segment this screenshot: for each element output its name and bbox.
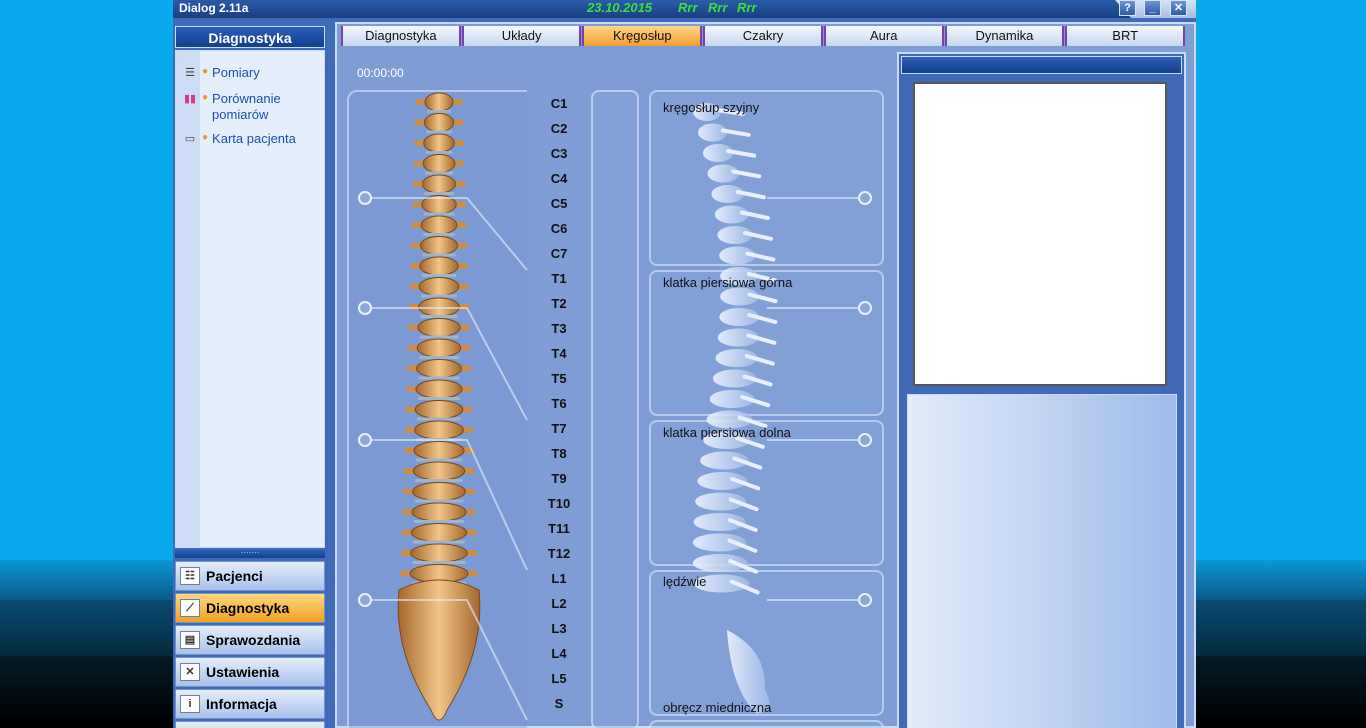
vertebra-label[interactable]: L3 — [544, 621, 574, 636]
tab-czakry[interactable]: Czakry — [703, 26, 823, 46]
vertebra-label[interactable]: C6 — [544, 221, 574, 236]
nav-label: Sprawozdania — [206, 632, 301, 648]
info-icon: i — [180, 695, 200, 713]
sidebar-header: Diagnostyka — [175, 26, 325, 48]
segment-label-lower-thoracic: klatka piersiowa dolna — [663, 425, 791, 440]
vertebra-label[interactable]: L4 — [544, 646, 574, 661]
vertebra-label[interactable]: T8 — [544, 446, 574, 461]
bullet-icon: ● — [202, 92, 209, 103]
vertebra-label[interactable]: T6 — [544, 396, 574, 411]
sidebar-item-karta[interactable]: ▭ ● Karta pacjenta — [182, 131, 312, 147]
sidebar-item-label: Karta pacjenta — [212, 131, 296, 146]
nav-label: Pacjenci — [206, 568, 263, 584]
nav-extra-button[interactable] — [175, 721, 325, 728]
title-bar: Dialog 2.11a 23.10.2015 Rrr Rrr Rrr ? _ … — [173, 0, 1196, 18]
vertebra-label[interactable]: C1 — [544, 96, 574, 111]
close-button[interactable]: ✕ — [1170, 0, 1187, 16]
nav-label: Ustawienia — [206, 664, 280, 680]
main-panel: Diagnostyka Układy Kręgosłup Czakry Aura… — [335, 22, 1196, 728]
current-date: 23.10.2015 — [587, 0, 653, 15]
vertebra-label[interactable]: T2 — [544, 296, 574, 311]
panel-splitter[interactable]: ······· — [175, 549, 325, 558]
vertebra-label[interactable]: T5 — [544, 371, 574, 386]
nav-pacjenci-button[interactable]: ☷ Pacjenci — [175, 561, 325, 591]
timer-display: 00:00:00 — [357, 66, 404, 80]
sidebar-item-pomiary[interactable]: ☰ ● Pomiary — [182, 65, 312, 81]
vertebra-label[interactable]: T9 — [544, 471, 574, 486]
compare-icon: ▮▮ — [183, 93, 197, 105]
tab-diagnostyka[interactable]: Diagnostyka — [341, 26, 461, 46]
vertebra-label[interactable]: C2 — [544, 121, 574, 136]
diagnostics-icon: ⟋ — [180, 599, 200, 617]
sidebar-content: ☰ ● Pomiary ▮▮ ● Porównanie pomiarów ▭ ●… — [175, 50, 325, 548]
minimize-button[interactable]: _ — [1144, 0, 1161, 16]
detail-panel-header — [901, 56, 1182, 74]
spine-illustration — [358, 92, 872, 721]
sidebar-item-label: Porównanie pomiarów — [212, 91, 281, 122]
tab-bar: Diagnostyka Układy Kręgosłup Czakry Aura… — [341, 26, 1186, 46]
nav-diagnostyka-button[interactable]: ⟋ Diagnostyka — [175, 593, 325, 623]
status-mark: Rrr — [708, 0, 728, 15]
left-sidebar: Diagnostyka ☰ ● Pomiary ▮▮ ● Porównanie … — [173, 22, 328, 728]
nav-ustawienia-button[interactable]: ✕ Ustawienia — [175, 657, 325, 687]
status-mark: Rrr — [678, 0, 698, 15]
tab-kregoslup[interactable]: Kręgosłup — [582, 26, 703, 46]
sidebar-item-label: Pomiary — [212, 65, 260, 80]
vertebra-label[interactable]: T10 — [544, 496, 574, 511]
vertebra-label[interactable]: T12 — [544, 546, 574, 561]
detail-view-box — [913, 82, 1167, 386]
tab-dynamika[interactable]: Dynamika — [944, 26, 1065, 46]
vertebra-label[interactable]: T3 — [544, 321, 574, 336]
printer-icon: ▤ — [180, 631, 200, 649]
vertebra-label[interactable]: T7 — [544, 421, 574, 436]
vertebra-label[interactable]: L1 — [544, 571, 574, 586]
vertebra-label[interactable]: T1 — [544, 271, 574, 286]
nav-label: Diagnostyka — [206, 600, 290, 616]
patients-icon: ☷ — [180, 567, 200, 585]
vertebra-label[interactable]: L5 — [544, 671, 574, 686]
vertebra-label[interactable]: C7 — [544, 246, 574, 261]
nav-sprawozdania-button[interactable]: ▤ Sprawozdania — [175, 625, 325, 655]
tab-uklady[interactable]: Układy — [461, 26, 582, 46]
sidebar-item-porownanie[interactable]: ▮▮ ● Porównanie pomiarów — [182, 91, 312, 123]
vertebra-label[interactable]: T11 — [544, 521, 574, 536]
side-spine-image — [692, 103, 778, 714]
list-icon: ☰ — [185, 67, 195, 79]
book-icon: ▭ — [184, 133, 196, 145]
status-mark: Rrr — [737, 0, 757, 15]
vertebra-label[interactable]: C4 — [544, 171, 574, 186]
vertebra-label[interactable]: C3 — [544, 146, 574, 161]
tools-icon: ✕ — [180, 663, 200, 681]
bullet-icon: ● — [202, 132, 209, 143]
segment-label-lumbar: lędźwie — [663, 574, 707, 589]
nav-informacja-button[interactable]: i Informacja — [175, 689, 325, 719]
vertebra-label[interactable]: T4 — [544, 346, 574, 361]
vertebra-label[interactable]: L2 — [544, 596, 574, 611]
anatomical-spine-image — [397, 92, 481, 721]
vertebra-label[interactable]: C5 — [544, 196, 574, 211]
segment-label-pelvic: obręcz miedniczna — [663, 700, 772, 715]
detail-panel — [897, 52, 1186, 728]
detail-info-area — [907, 394, 1177, 728]
window-title: Dialog 2.11a — [179, 1, 249, 15]
tab-brt[interactable]: BRT — [1065, 26, 1186, 46]
help-button[interactable]: ? — [1119, 0, 1136, 16]
spine-area: C1 C2 C3 C4 C5 C6 C7 T1 T2 T3 T4 T5 T6 T7 T8 T9 T10 T11 T1… — [347, 90, 887, 728]
segment-label-upper-thoracic: klatka piersiowa górna — [663, 275, 793, 290]
nav-label: Informacja — [206, 696, 277, 712]
vertebra-label[interactable]: S — [544, 696, 574, 711]
app-window: Dialog 2.11a 23.10.2015 Rrr Rrr Rrr ? _ … — [173, 0, 1196, 728]
tab-aura[interactable]: Aura — [823, 26, 944, 46]
segment-label-cervical: kręgosłup szyjny — [663, 100, 760, 115]
bullet-icon: ● — [202, 66, 209, 77]
